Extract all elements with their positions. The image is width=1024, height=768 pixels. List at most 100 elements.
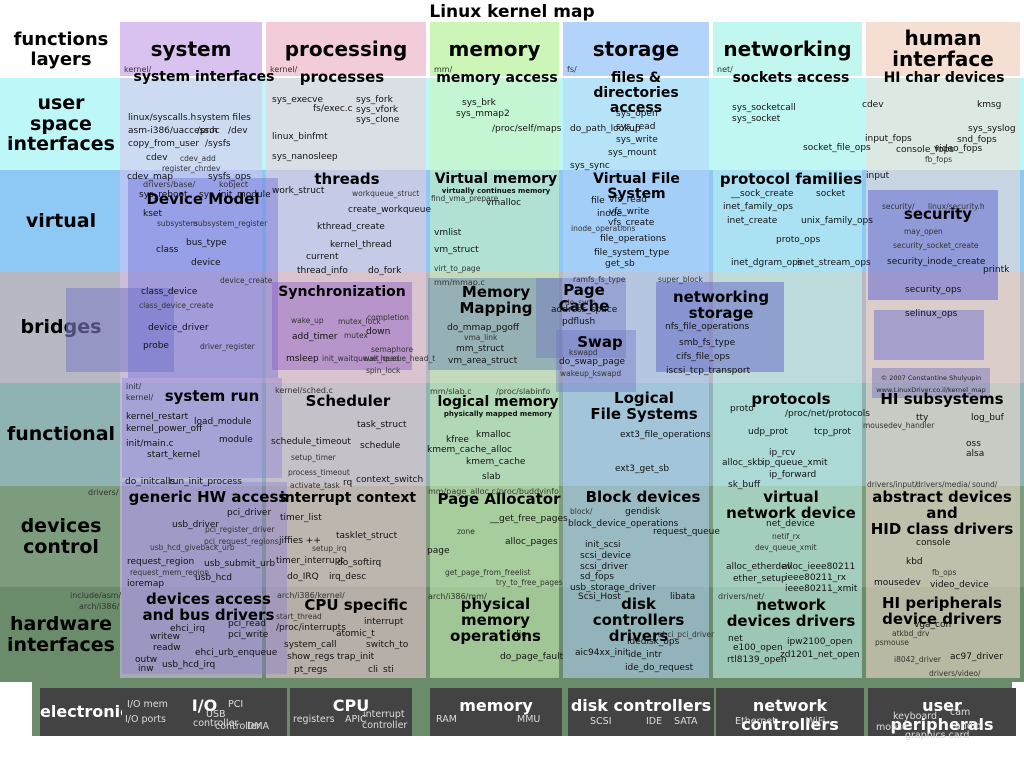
label: kmsg: [977, 100, 1002, 110]
label: may_open: [904, 227, 943, 236]
label: module: [219, 435, 253, 445]
label: tcp_prot: [814, 427, 851, 437]
label: security/: [882, 202, 915, 211]
row-label-text: hardware interfaces: [7, 612, 115, 656]
label: semaphore: [371, 345, 414, 354]
label: ip_rcv: [769, 448, 796, 458]
label: file_operations: [600, 234, 667, 244]
row-label-4: devices control: [4, 486, 118, 587]
label: sys_mount: [608, 148, 657, 158]
label: vfs_read: [609, 195, 647, 205]
label: system files: [197, 113, 251, 123]
block-title-system-run: system run: [164, 387, 260, 405]
label: ioremap: [127, 579, 165, 589]
page-title: Linux kernel map: [429, 2, 595, 22]
label: address_space: [551, 305, 618, 315]
block-title-device-model: Device Model: [146, 190, 260, 208]
label: trap_init: [337, 652, 375, 662]
label: alloc_ieee80211: [782, 562, 856, 572]
block-logical-file-systems: Logical File Systems: [579, 390, 709, 423]
hardware-title: disk controllers: [570, 696, 712, 715]
hardware-sublabel: cam: [950, 707, 971, 718]
label: atkbd_drv: [892, 629, 930, 638]
hardware-box-network-controllers: network controllers: [716, 688, 864, 736]
label: ide_intr: [628, 650, 662, 660]
hardware-sublabel: SCSI: [590, 716, 612, 727]
corner-label-text: functions layers: [13, 29, 109, 70]
hardware-sublabel: I/O mem: [127, 699, 168, 710]
hardware-sublabel: interrupt: [363, 709, 405, 720]
hardware-sublabel: WiFi: [806, 716, 826, 727]
label: device_create: [220, 276, 273, 285]
block-title-hi-char-devices: HI char devices: [883, 70, 1005, 86]
hardware-sublabel: PCI: [228, 699, 244, 710]
label: security_inode_create: [887, 257, 986, 267]
label: completion: [367, 313, 409, 322]
column-header-storage: storage fs/: [563, 22, 709, 76]
label: kernel_thread: [330, 240, 392, 250]
label: init/: [126, 382, 142, 391]
corner-label: functions layers: [4, 22, 118, 78]
hardware-sublabel: controller: [362, 720, 408, 731]
label: wake_up: [291, 316, 324, 325]
label: security_ops: [905, 285, 962, 295]
label: log_buf: [971, 413, 1004, 423]
hardware-title: memory: [459, 696, 533, 715]
label: file: [591, 196, 605, 206]
label: virt_to_page: [434, 264, 481, 273]
block-title-block-devices: Block devices: [585, 488, 701, 506]
label: timer_interrupt: [276, 556, 344, 566]
label: pci_driver: [227, 508, 272, 518]
label: ieee80211_rx: [785, 573, 847, 583]
block-abstract-devices: abstract devices and HID class drivers: [866, 489, 1018, 538]
label: proto_ops: [776, 235, 821, 245]
label: vmalloc: [486, 198, 522, 208]
label: printk: [983, 265, 1010, 275]
label: do_IRQ: [287, 572, 319, 582]
label: vmlist: [434, 228, 462, 238]
block-hi-subsystems: HI subsystems: [866, 391, 1018, 408]
block-memory-mapping: Memory Mapping: [440, 284, 552, 317]
label: security_socket_create: [893, 241, 979, 250]
label: super_block: [658, 275, 703, 284]
label: usb_hcd: [195, 573, 232, 583]
label: linux/security.h: [928, 202, 985, 211]
label: run_init_process: [169, 477, 242, 487]
label: rq: [343, 478, 353, 488]
label: drivers/: [88, 488, 119, 497]
label: kbd: [906, 557, 923, 567]
label: selinux_ops: [905, 309, 958, 319]
label: video_device: [930, 580, 989, 590]
copyright-line-1: © 2007 Constantine Shulyupin: [880, 374, 982, 382]
label: smb_fs_type: [679, 338, 736, 348]
label: cifs_file_ops: [676, 352, 730, 362]
row-label-text: user space interfaces: [7, 91, 115, 156]
label: class_device: [141, 287, 198, 297]
label: e100_open: [733, 643, 783, 653]
hardware-sublabel: controller: [193, 718, 239, 729]
label: die: [513, 630, 527, 640]
label: sys_open: [616, 109, 658, 119]
block-virtual-network-device: virtual network device: [716, 489, 866, 522]
hardware-sublabel: DMA: [247, 721, 270, 732]
hardware-sublabel: IDE: [646, 716, 663, 727]
label: cli: [368, 665, 378, 675]
row-label-text: virtual: [25, 209, 97, 232]
label: kmem_cache: [466, 457, 526, 467]
block-memory-access: memory access: [432, 71, 562, 86]
block-physical-memory-ops: physical memory operations: [428, 596, 563, 645]
column-title: memory: [448, 36, 541, 61]
column-header-human-interface: human interface: [866, 22, 1020, 76]
label: inet_stream_ops: [797, 258, 871, 268]
hardware-sublabel: Ethernet: [735, 716, 776, 727]
hardware-box-memory: memory: [430, 688, 562, 736]
label: i8042_driver: [894, 655, 941, 664]
block-system-interfaces: system interfaces: [126, 70, 282, 85]
block-devices-access: devices access and bus drivers: [126, 591, 291, 624]
column-title: system: [150, 36, 232, 61]
block-hi-char-devices: HI char devices: [868, 71, 1020, 86]
label: sti: [383, 665, 394, 675]
label: /proc/self/maps: [492, 124, 562, 134]
hardware-sublabel: graphics card: [905, 730, 970, 741]
row-label-1: virtual: [4, 170, 118, 272]
